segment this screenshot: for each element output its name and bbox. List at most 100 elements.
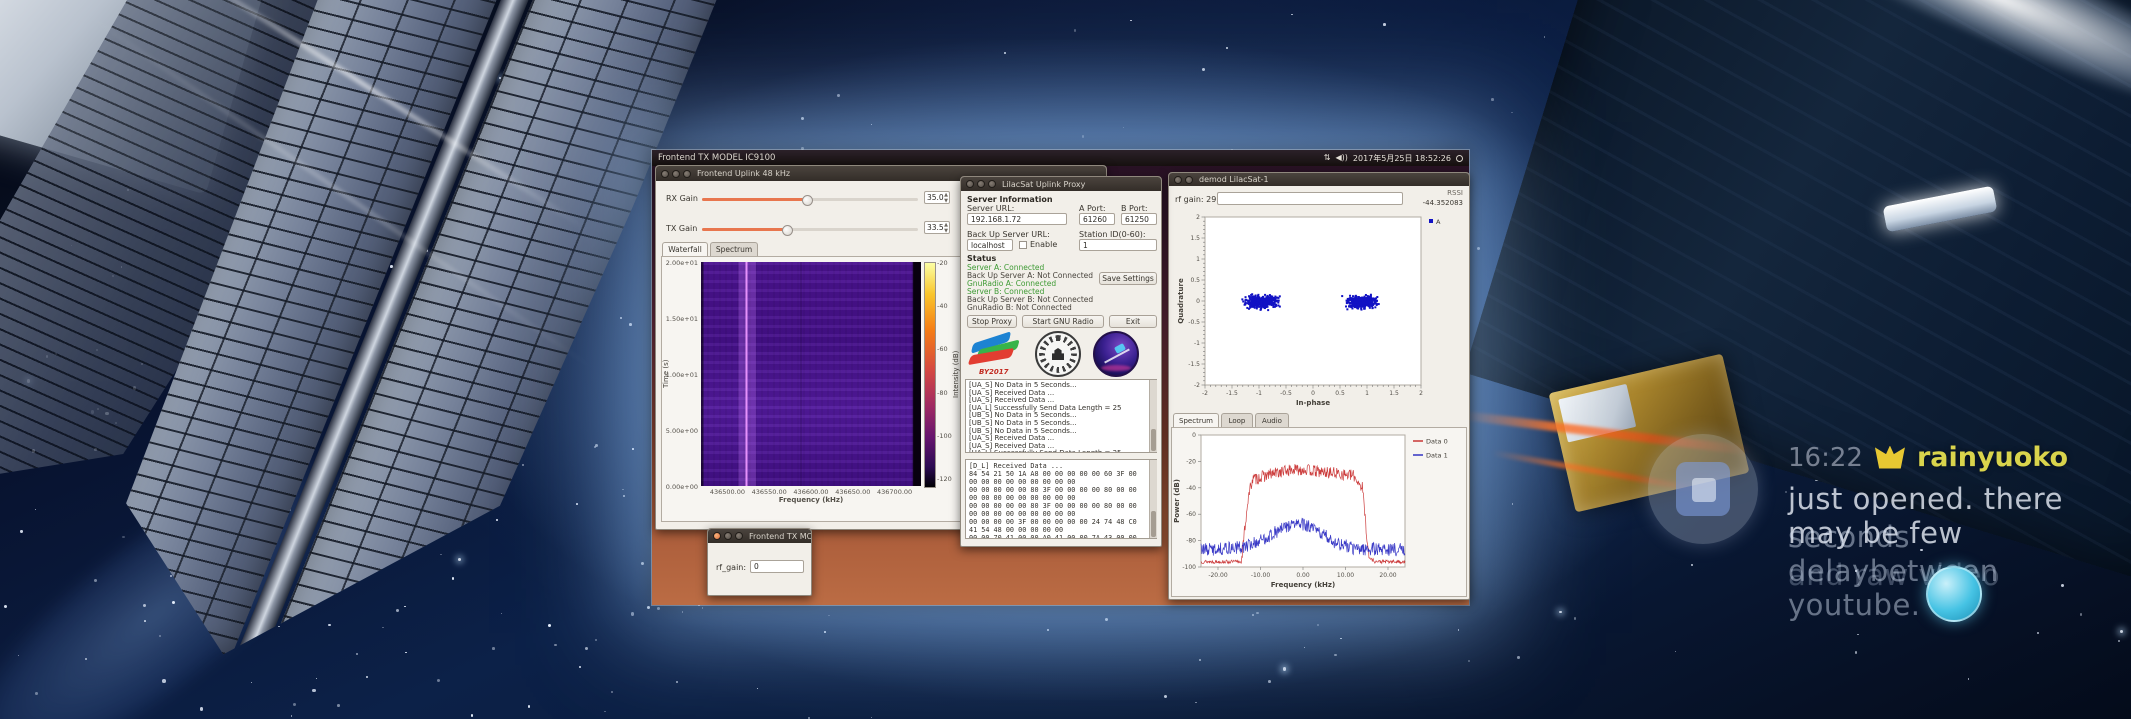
svg-text:-1: -1 [1194,340,1200,347]
tab-audio[interactable]: Audio [1255,413,1289,427]
enable-checkbox[interactable] [1019,241,1027,249]
axis-tick-label: -80 [937,389,955,397]
spectrum-plot[interactable]: -20.00-10.000.0010.0020.000-20-40-60-80-… [1171,427,1465,595]
spin-arrows-icon[interactable]: ▲▼ [944,222,948,234]
svg-text:Data 1: Data 1 [1426,452,1448,460]
chat-emoji-bubble[interactable] [1926,566,1982,622]
network-icon[interactable]: ⇅ [1324,154,1331,162]
waterfall-xlabel: Frequency (kHz) [701,496,921,504]
server-url-field[interactable]: 192.168.1.72 [967,213,1067,225]
star [1340,638,1342,640]
rx-gain-slider[interactable] [702,198,918,201]
hex-log-box[interactable]: [D_L] Received Data ...84 54 21 50 1A A8… [965,459,1157,539]
chat-username[interactable]: rainyuoko [1917,442,2068,473]
star [1004,52,1006,54]
tx-gain-spinbox[interactable]: 33.5▲▼ [924,221,950,234]
tx-gain-slider-handle[interactable] [782,225,793,236]
b-port-field[interactable]: 61250 [1121,213,1157,225]
star [641,562,644,565]
star [611,691,613,693]
system-tray[interactable]: ⇅ ◀)) 2017年5月25日 18:52:26 [1324,153,1463,164]
maximize-button[interactable] [988,180,996,188]
star [1130,20,1131,21]
rx-gain-slider-handle[interactable] [802,195,813,206]
star [404,606,405,607]
small-window-titlebar[interactable]: Frontend TX MOD... [708,529,811,543]
tab-loop[interactable]: Loop [1221,413,1253,427]
avatar-icon-inner [1692,478,1716,502]
save-settings-button[interactable]: Save Settings [1099,272,1157,285]
by2017-logo: BY2017 [965,332,1023,376]
window-title: LilacSat Uplink Proxy [1002,180,1085,189]
power-icon[interactable] [1456,155,1463,162]
tab-spectrum[interactable]: Spectrum [1173,413,1219,427]
station-id-field[interactable]: 1 [1079,239,1157,251]
backup-url-field[interactable]: localhost [967,239,1013,251]
svg-text:-0.5: -0.5 [1280,390,1292,397]
star [4,605,7,608]
star [2118,640,2120,642]
star [1268,680,1271,683]
demod-window-titlebar[interactable]: demod LilacSat-1 [1169,173,1469,186]
tx-gain-slider[interactable] [702,228,918,231]
svg-text:2: 2 [1196,214,1200,221]
panel-clock[interactable]: 2017年5月25日 18:52:26 [1353,153,1451,164]
status-heading: Status [967,254,996,263]
spin-arrows-icon[interactable]: ▲▼ [944,192,948,204]
hit-gear-emblem [1035,331,1081,377]
event-log-box[interactable]: [UA_S] No Data in 5 Seconds...[UA_S] Rec… [965,379,1157,453]
enable-label: Enable [1030,240,1057,249]
exit-button[interactable]: Exit [1109,315,1157,328]
tab-spectrum[interactable]: Spectrum [710,242,758,256]
close-button[interactable] [713,532,721,540]
maximize-button[interactable] [683,170,691,178]
star [200,707,204,711]
star [1675,651,1676,652]
waterfall-plot[interactable] [701,262,921,486]
rx-gain-spinbox[interactable]: 35.0▲▼ [924,191,950,204]
rf-gain-field[interactable]: 0 [750,560,804,573]
a-port-field[interactable]: 61260 [1079,213,1115,225]
close-button[interactable] [1174,176,1182,184]
minimize-button[interactable] [672,170,680,178]
minimize-button[interactable] [1185,176,1193,184]
star [458,558,461,561]
star [522,464,523,465]
proxy-window-titlebar[interactable]: LilacSat Uplink Proxy [961,177,1161,191]
svg-text:Quadrature: Quadrature [1177,278,1185,324]
minimize-button[interactable] [724,532,732,540]
constellation-plot[interactable]: -2-2-1.5-1.5-1-1-0.5-0.5000.50.5111.51.5… [1175,211,1463,411]
maximize-button[interactable] [735,532,743,540]
star [1559,611,1562,614]
rf-gain-slider-field[interactable] [1217,192,1403,205]
star [471,714,473,716]
star [1855,651,1857,653]
rf-gain-label: rf gain: 29 [1175,195,1216,204]
minimize-button[interactable] [977,180,985,188]
star [1123,127,1124,128]
star [159,635,161,637]
svg-text:A: A [1436,218,1441,226]
star [328,624,330,626]
stop-proxy-button[interactable]: Stop Proxy [967,315,1017,328]
svg-text:-2: -2 [1194,382,1200,389]
start-gnu-radio-button[interactable]: Start GNU Radio [1022,315,1104,328]
volume-icon[interactable]: ◀)) [1335,154,1347,162]
axis-tick-label: 436600.00 [793,488,829,496]
svg-text:-60: -60 [1186,511,1196,518]
close-button[interactable] [966,180,974,188]
star [1202,68,1205,71]
log-scrollbar[interactable] [1149,380,1157,452]
backup-url-label: Back Up Server URL: [967,230,1050,239]
hex-scrollbar[interactable] [1149,460,1157,538]
star [629,323,632,326]
avatar[interactable] [1648,434,1758,544]
svg-text:0.00: 0.00 [1296,572,1310,579]
star [682,611,683,612]
tab-waterfall[interactable]: Waterfall [662,242,708,256]
star [1334,654,1337,657]
star [576,503,578,505]
close-button[interactable] [661,170,669,178]
star [312,689,315,692]
hex-log-line: 00 00 70 41 00 00 A0 41 00 00 7A 43 00 0… [969,534,1146,539]
